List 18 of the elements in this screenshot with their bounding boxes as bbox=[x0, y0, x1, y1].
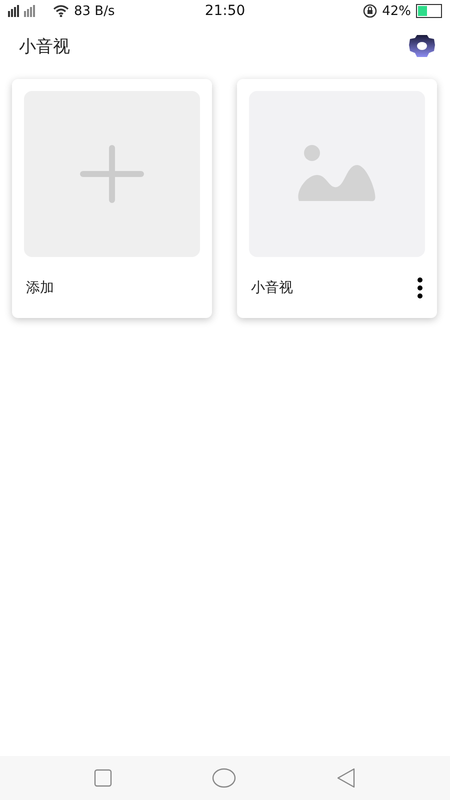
more-icon[interactable] bbox=[417, 276, 423, 298]
app-title: 小音视 bbox=[19, 36, 70, 58]
battery-percent: 42% bbox=[382, 4, 411, 18]
card[interactable]: 小音视 bbox=[237, 79, 437, 318]
plus-icon bbox=[80, 145, 144, 203]
home-icon[interactable] bbox=[212, 768, 236, 788]
battery-icon bbox=[416, 4, 442, 18]
settings-icon[interactable] bbox=[408, 34, 436, 58]
clock: 21:50 bbox=[204, 3, 246, 19]
network-speed: 83 B/s bbox=[74, 4, 115, 18]
recents-icon[interactable] bbox=[94, 769, 112, 787]
rotation-lock-icon bbox=[363, 4, 378, 18]
card-label: 小音视 bbox=[251, 278, 293, 296]
back-icon[interactable] bbox=[336, 768, 356, 788]
card-label: 添加 bbox=[26, 278, 54, 296]
image-placeholder-icon bbox=[297, 145, 377, 203]
card[interactable]: 添加 bbox=[12, 79, 212, 318]
wifi-icon bbox=[53, 5, 69, 17]
